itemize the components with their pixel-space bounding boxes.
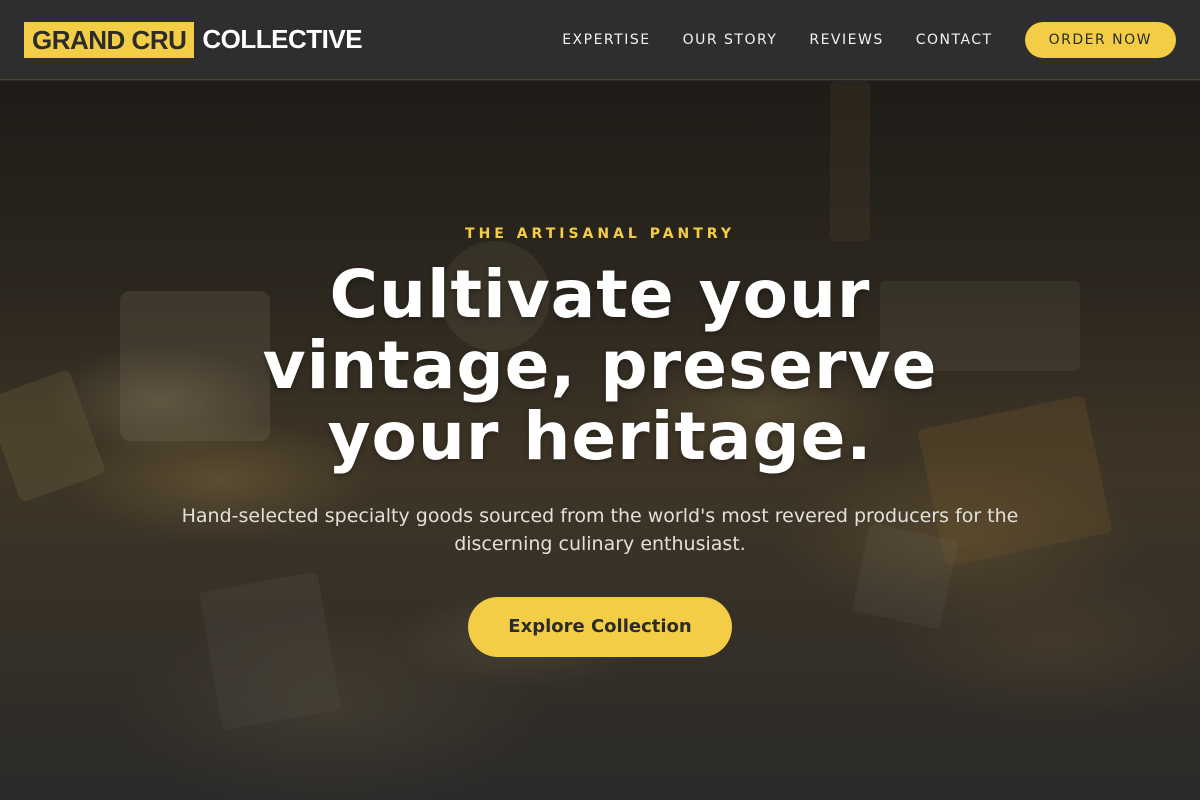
nav-link-our-story[interactable]: OUR STORY [683, 32, 778, 48]
hero-headline: Cultivate your vintage, preserve your he… [262, 256, 938, 475]
hero-eyebrow: THE ARTISANAL PANTRY [465, 226, 735, 242]
site-header: GRAND CRU COLLECTIVE EXPERTISE OUR STORY… [0, 0, 1200, 80]
logo-highlight: GRAND CRU [24, 21, 195, 58]
main-nav: EXPERTISE OUR STORY REVIEWS CONTACT ORDE… [562, 21, 1176, 58]
nav-link-expertise[interactable]: EXPERTISE [562, 32, 650, 48]
brand-logo[interactable]: GRAND CRU COLLECTIVE [24, 21, 363, 58]
hero-section: THE ARTISANAL PANTRY Cultivate your vint… [0, 81, 1200, 800]
nav-link-reviews[interactable]: REVIEWS [809, 32, 883, 48]
nav-link-contact[interactable]: CONTACT [916, 32, 993, 48]
order-now-button[interactable]: ORDER NOW [1024, 21, 1176, 58]
hero-subtext: Hand-selected specialty goods sourced fr… [181, 505, 1019, 555]
logo-text: COLLECTIVE [202, 24, 363, 54]
explore-collection-button[interactable]: Explore Collection [468, 597, 732, 657]
